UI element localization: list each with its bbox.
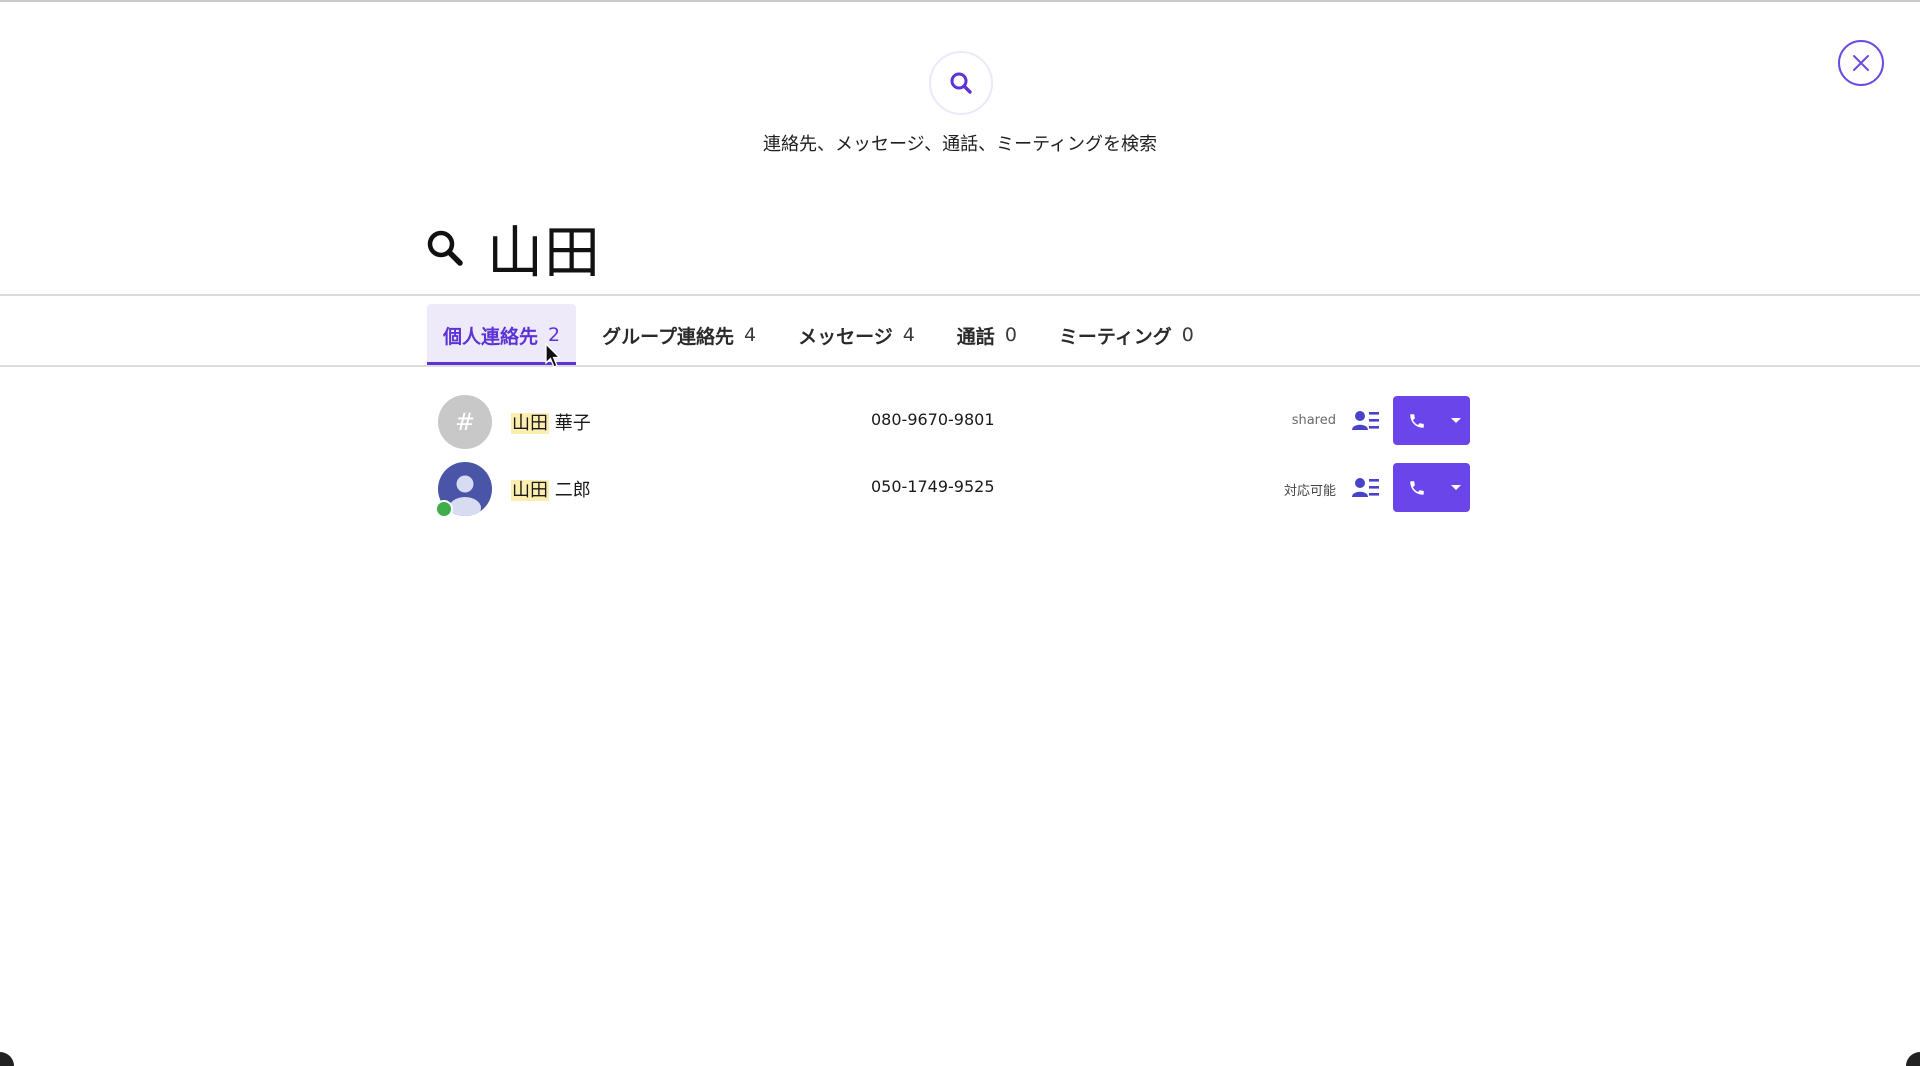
call-button[interactable] [1393,463,1470,512]
avatar: # [438,395,492,449]
name-highlight: 山田 [511,413,549,434]
tab-meetings[interactable]: ミーティング 0 [1043,304,1210,366]
status-label: shared [1291,413,1336,428]
tab-label: 通話 [956,325,995,348]
chevron-down-icon [1450,485,1461,490]
phone-icon[interactable] [1393,463,1441,512]
tab-count: 4 [902,324,915,346]
tab-count: 4 [743,324,757,346]
tab-label: 個人連絡先 [443,325,539,348]
name-rest: 華子 [554,413,591,434]
contact-card-icon[interactable] [1352,476,1380,500]
contact-row[interactable]: # 山田 華子 080-9670-9801 shared [438,393,1470,449]
contact-phone: 050-1749-9525 [871,477,995,496]
contact-name: 山田 華子 [511,409,591,435]
tab-label: グループ連絡先 [602,325,734,348]
search-icon [425,226,469,270]
call-options-dropdown[interactable] [1441,396,1470,445]
top-border [0,0,1920,2]
divider [0,365,1920,367]
window-corner [1906,1052,1920,1066]
window-corner [0,1052,14,1066]
contact-row[interactable]: 山田 二郎 050-1749-9525 対応可能 [435,460,1470,518]
tab-label: メッセージ [798,325,893,348]
search-icon [950,72,972,94]
call-options-dropdown[interactable] [1441,463,1470,512]
contact-card-icon[interactable] [1352,409,1380,433]
search-input[interactable]: 山田 [487,208,601,289]
contact-name: 山田 二郎 [511,476,591,502]
name-highlight: 山田 [511,480,549,501]
search-query-row[interactable]: 山田 [425,208,601,288]
name-rest: 二郎 [554,480,591,501]
divider [0,294,1920,296]
tab-messages[interactable]: メッセージ 4 [782,304,931,366]
tab-label: ミーティング [1058,325,1172,348]
chevron-down-icon [1450,418,1461,423]
call-button[interactable] [1393,396,1470,445]
mouse-cursor-icon [545,343,561,368]
phone-icon[interactable] [1393,396,1441,445]
tab-calls[interactable]: 通話 0 [941,304,1033,366]
contact-phone: 080-9670-9801 [871,410,995,429]
tab-count: 0 [1181,324,1194,346]
tab-count: 0 [1004,324,1017,346]
search-subtitle: 連絡先、メッセージ、通話、ミーティングを検索 [762,134,1158,155]
close-icon [1853,55,1869,71]
presence-indicator [435,500,453,518]
tab-group-contacts[interactable]: グループ連絡先 4 [586,304,772,366]
close-button[interactable] [1838,40,1884,86]
status-label: 対応可能 [1283,484,1336,499]
search-badge [929,51,993,115]
